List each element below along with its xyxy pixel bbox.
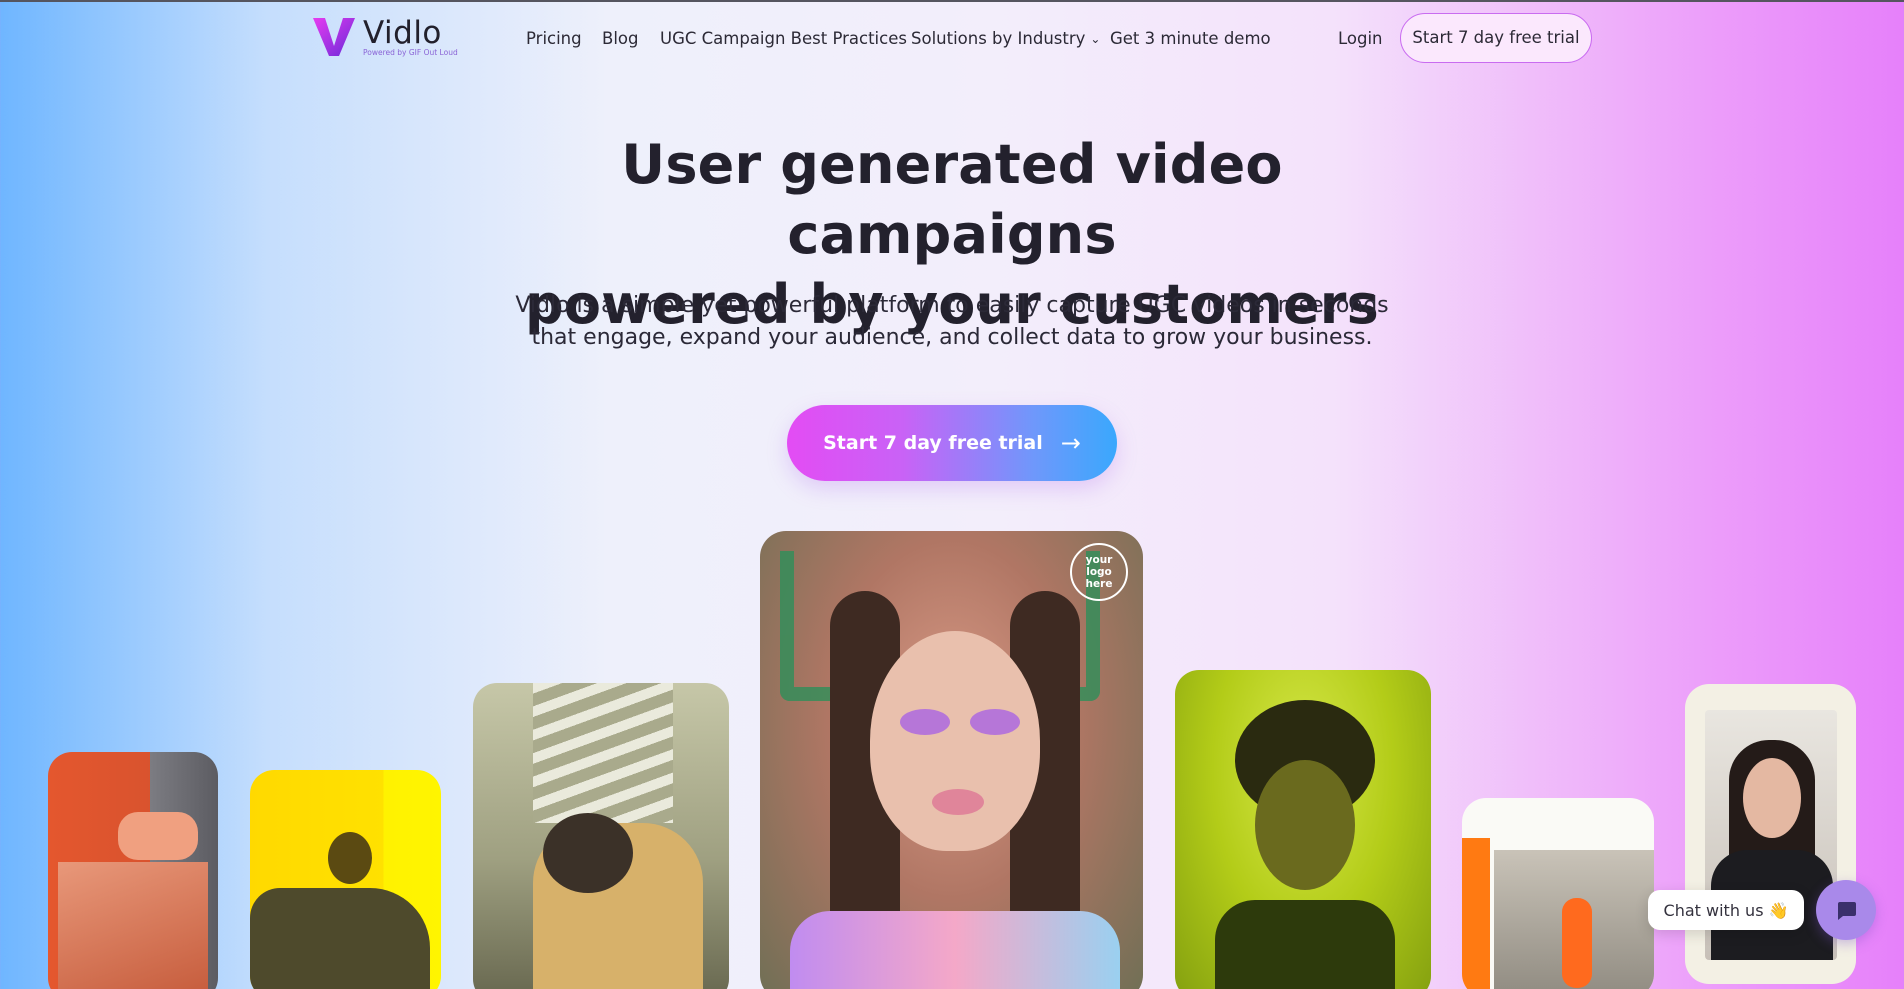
video-card-image-detail (1743, 758, 1801, 838)
hero-cta-label: Start 7 day free trial (823, 432, 1043, 454)
video-card-image-detail (970, 709, 1020, 735)
video-card-accent-bar (1462, 838, 1490, 989)
your-logo-here-badge: your logo here (1070, 543, 1128, 601)
video-card-phone[interactable] (1685, 684, 1856, 984)
chat-message-icon (1838, 902, 1856, 920)
nav-solutions-label: Solutions by Industry (911, 29, 1086, 48)
video-card-image-detail (1562, 898, 1592, 988)
video-card-image-detail (328, 832, 372, 884)
hero-title-line-1: User generated video campaigns (621, 133, 1283, 266)
nav-ugc-best-practices-link[interactable]: UGC Campaign Best Practices (660, 27, 907, 51)
chevron-down-icon: ⌄ (1090, 32, 1101, 46)
nav-solutions-by-industry-dropdown[interactable]: Solutions by Industry ⌄ (911, 27, 1100, 52)
video-card-dancer[interactable] (1462, 798, 1654, 989)
video-card-image-detail (870, 631, 1040, 851)
video-card-green[interactable] (1175, 670, 1431, 989)
arrow-right-icon: → (1060, 429, 1081, 457)
wave-emoji-icon: 👋 (1768, 900, 1789, 920)
hero-start-trial-button[interactable]: Start 7 day free trial → (787, 405, 1117, 481)
vidlo-logo-mark-icon (313, 18, 355, 56)
video-card-image (533, 683, 673, 823)
video-card-image-detail (543, 813, 633, 893)
video-card-image (58, 862, 208, 989)
video-card-image-detail (900, 709, 950, 735)
brand-name: Vidlo (363, 15, 442, 51)
video-card-woodwork[interactable] (48, 752, 218, 989)
hero-subtitle-line-2: that engage, expand your audience, and c… (531, 325, 1373, 350)
nav-login-link[interactable]: Login (1338, 27, 1383, 51)
video-card-jacket[interactable] (473, 683, 729, 989)
nav-blog-link[interactable]: Blog (602, 27, 638, 51)
video-card-image-detail (1215, 900, 1395, 989)
logo-badge-line: your (1085, 554, 1113, 566)
logo-badge-line: here (1085, 578, 1113, 590)
hero-subtitle-line-1: Vidlo is a simple yet powerful platform … (515, 293, 1389, 318)
chat-launcher-button[interactable] (1816, 880, 1876, 940)
logo-badge-line: logo (1086, 566, 1112, 578)
nav-start-trial-button[interactable]: Start 7 day free trial (1400, 13, 1592, 63)
chat-label: Chat with us (1663, 900, 1764, 920)
video-card-image-detail (790, 911, 1120, 989)
nav-demo-link[interactable]: Get 3 minute demo (1110, 27, 1271, 51)
video-card-featured[interactable]: your logo here (760, 531, 1143, 989)
video-card-image-detail (118, 812, 198, 860)
brand-tagline: Powered by GIF Out Loud (363, 48, 458, 57)
video-card-image-detail (1255, 760, 1355, 890)
chat-with-us-bubble[interactable]: Chat with us 👋 (1648, 890, 1804, 930)
hero-subtitle: Vidlo is a simple yet powerful platform … (502, 290, 1402, 354)
top-border (0, 0, 1904, 2)
video-card-flag[interactable] (250, 770, 441, 989)
video-card-image-detail (932, 789, 984, 815)
vidlo-logo[interactable]: Vidlo Powered by GIF Out Loud (311, 16, 471, 60)
nav-pricing-link[interactable]: Pricing (526, 27, 582, 51)
video-card-image (250, 888, 430, 989)
